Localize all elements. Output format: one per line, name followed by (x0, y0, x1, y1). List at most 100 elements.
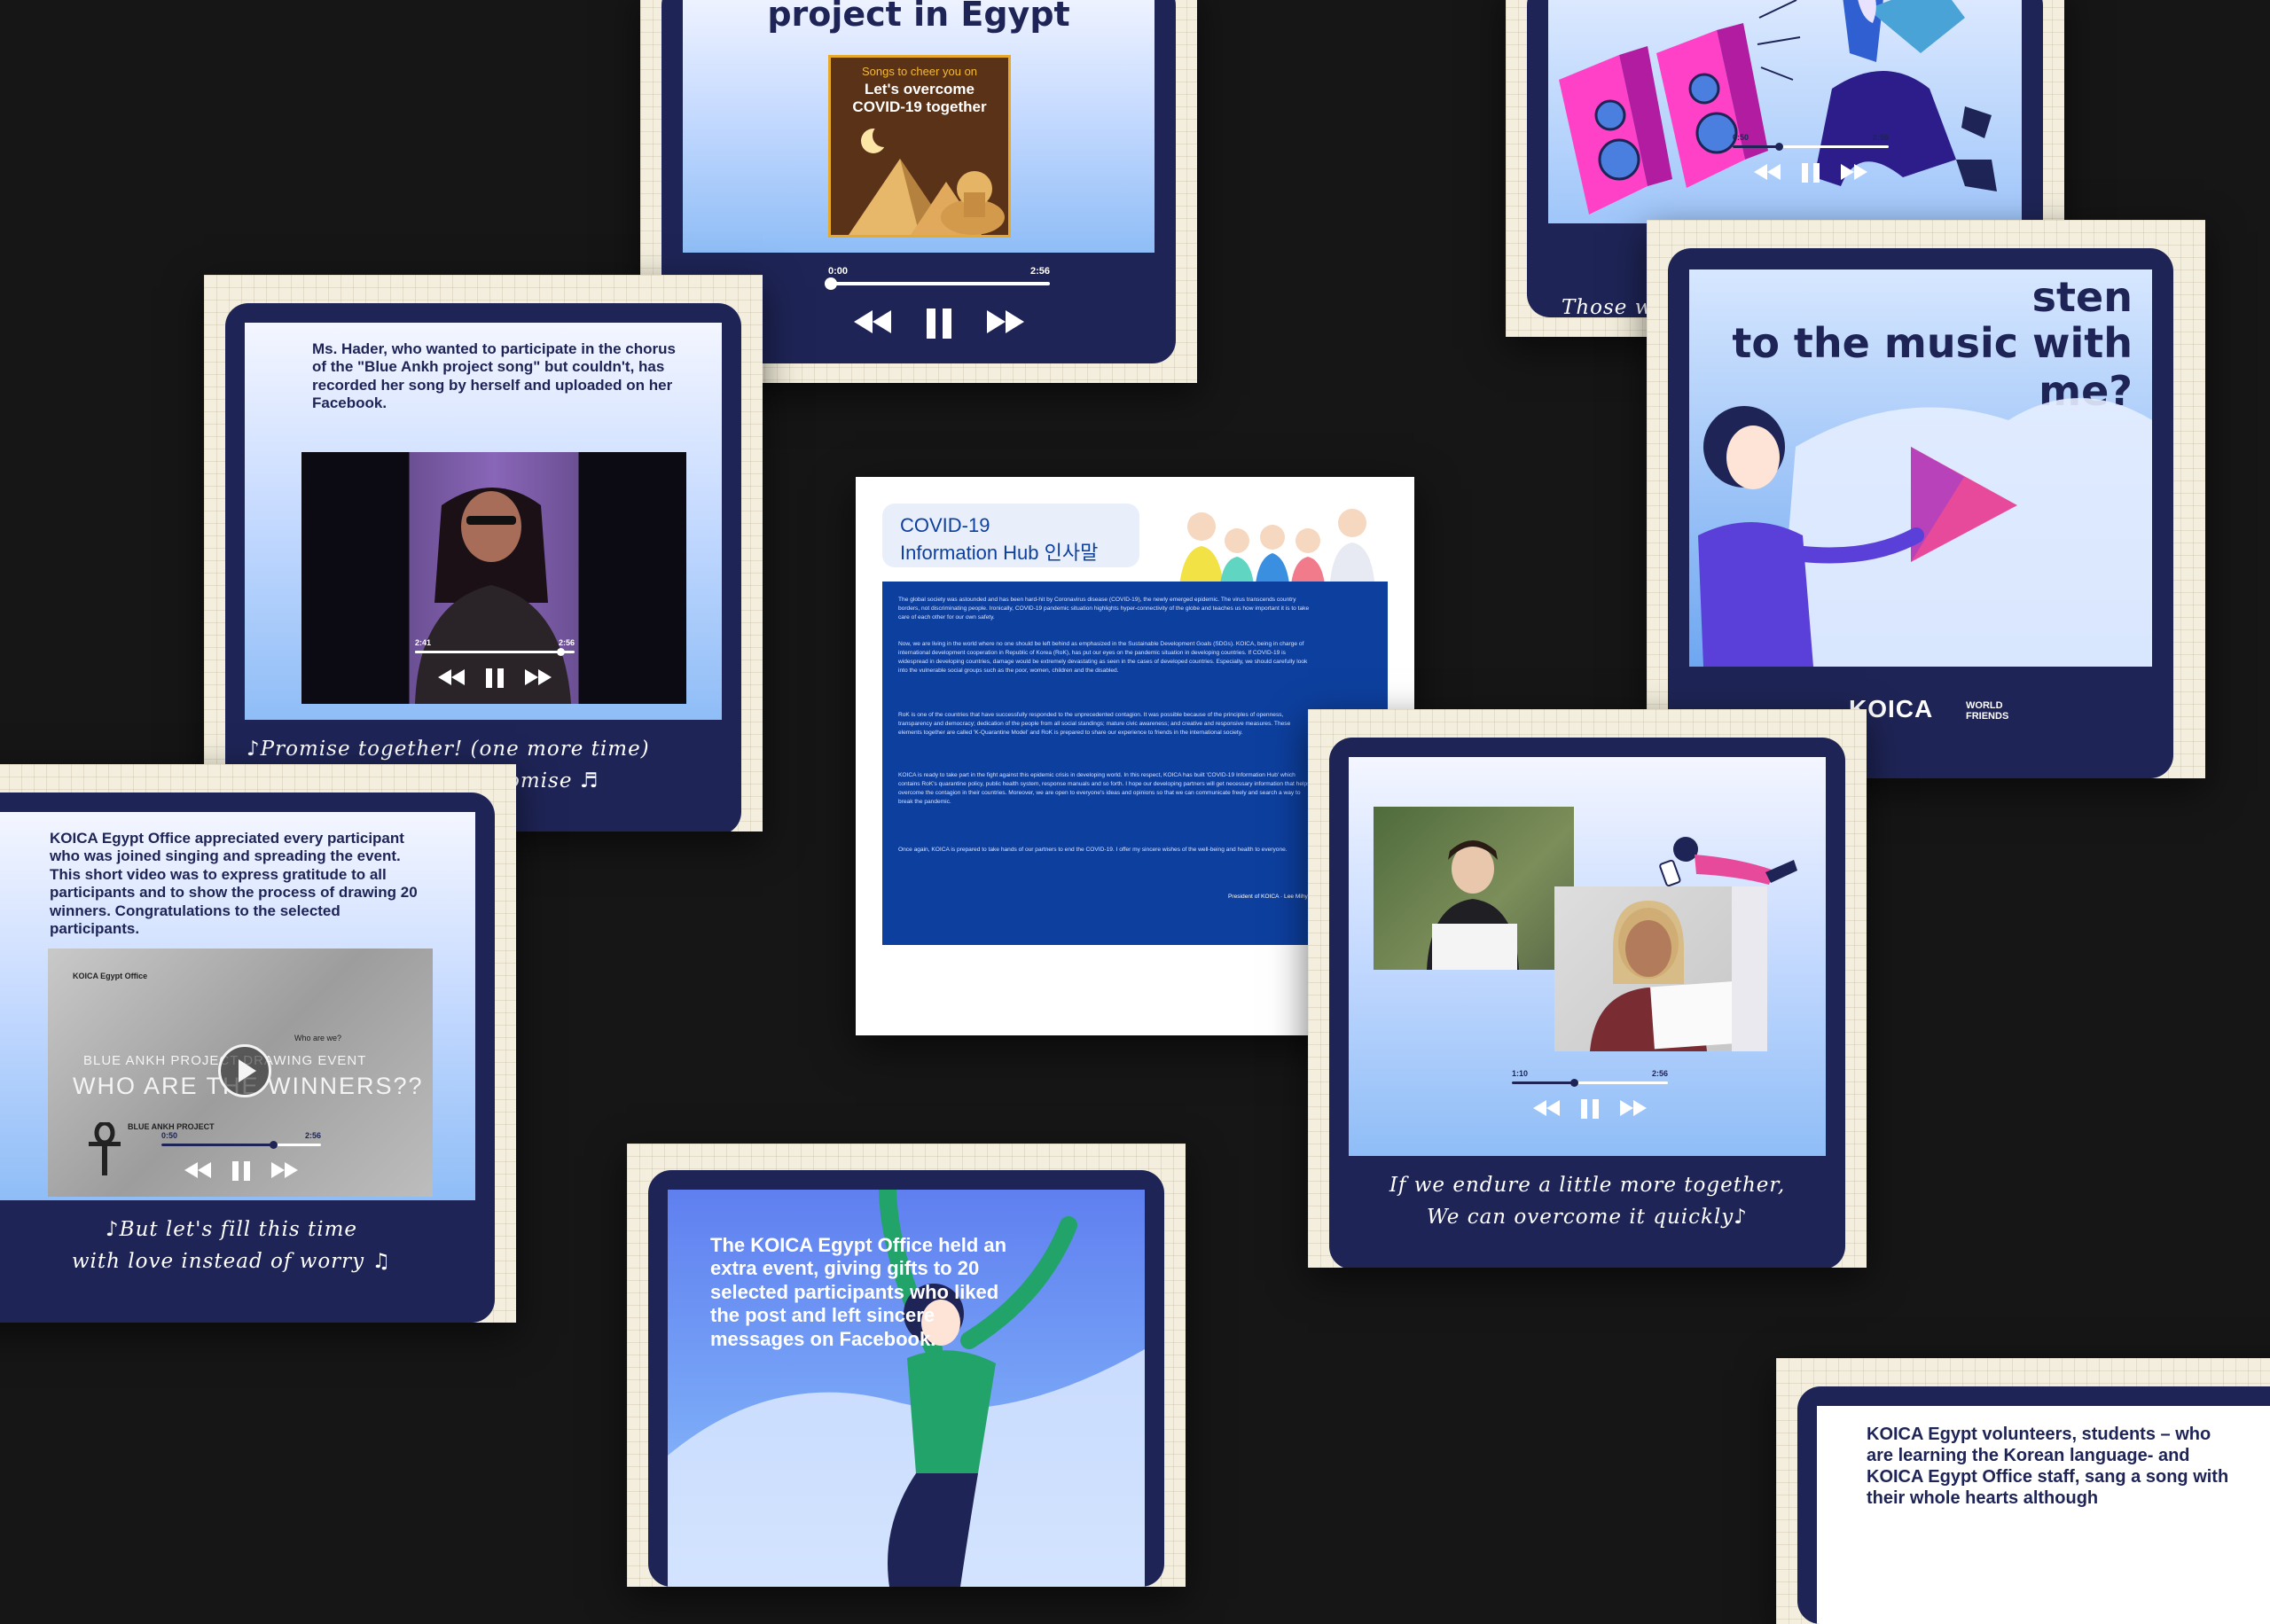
music-listener-illustration (1698, 398, 2152, 667)
hub-paragraph-2: Now, we are living in the world where no… (898, 641, 1308, 674)
progress-bar[interactable] (415, 648, 575, 656)
audio-player[interactable]: 0:50 2:56 (1733, 133, 1889, 195)
phone-frame: KOICA Egypt Office appreciated every par… (0, 792, 495, 1323)
overlay-right-text: Who are we? (294, 1034, 342, 1042)
hub-paragraph-5: Once again, KOICA is prepared to take ha… (898, 847, 1288, 853)
hub-title-line-2: Information Hub 인사말 (900, 542, 1099, 564)
phone-frame: KOICA Egypt volunteers, students – who a… (1797, 1386, 2270, 1624)
time-end: 2:56 (1029, 266, 1050, 277)
rewind-icon[interactable] (184, 1161, 212, 1185)
pause-icon[interactable] (1580, 1099, 1600, 1123)
audio-player[interactable]: 0:00 2:56 (825, 266, 1050, 346)
player-screen: 1:10 2:56 (1349, 757, 1826, 1156)
audio-player[interactable]: 0:50 2:56 (161, 1131, 321, 1193)
fast-forward-icon[interactable] (985, 308, 1026, 343)
video-frame[interactable]: 2:41 2:56 (301, 452, 686, 704)
caption: Ms. Hader, who wanted to participate in … (312, 340, 676, 412)
lyric-line-2: We can overcome it quickly♪ (1427, 1206, 1748, 1229)
play-icon[interactable] (218, 1044, 271, 1097)
card-title: project in Egypt (767, 0, 1070, 34)
lyric-line-1: ♪Promise together! (one more time) (247, 738, 650, 761)
time-start: 0:00 (828, 266, 849, 277)
caption: The KOICA Egypt Office held an extra eve… (710, 1234, 1007, 1350)
progress-bar[interactable] (1512, 1079, 1668, 1087)
album-line-2: Let's overcome (864, 81, 975, 98)
album-cover: Songs to cheer you on Let's overcome COV… (828, 55, 1011, 238)
fast-forward-icon[interactable] (1619, 1099, 1648, 1123)
rewind-icon[interactable] (437, 668, 466, 692)
card-hader: Ms. Hader, who wanted to participate in … (204, 275, 763, 832)
player-controls (415, 668, 575, 692)
caption: KOICA Egypt Office appreciated every par… (50, 830, 418, 937)
player-controls (1733, 163, 1889, 187)
progress-knob[interactable] (825, 277, 837, 290)
phone-frame: sten to the music with me? KOICA WORLD F… (1668, 248, 2173, 778)
pause-icon[interactable] (925, 308, 953, 343)
time-end: 2:56 (1651, 1069, 1668, 1078)
progress-knob[interactable] (557, 648, 565, 656)
pause-icon[interactable] (485, 668, 505, 692)
phone-frame: 1:10 2:56 If we endure a little more tog… (1329, 738, 1845, 1268)
hub-title-line-1: COVID-19 (900, 514, 990, 536)
overlay-project-label: BLUE ANKH PROJECT (128, 1122, 215, 1131)
progress-bar[interactable] (825, 277, 1050, 290)
player-screen: Ms. Hader, who wanted to participate in … (245, 323, 722, 720)
progress-knob[interactable] (1775, 143, 1783, 151)
progress-knob[interactable] (1570, 1079, 1578, 1087)
photo-volunteer-1 (1374, 807, 1574, 970)
time-end: 2:56 (558, 638, 575, 647)
time-end: 2:56 (1872, 133, 1889, 142)
hub-paragraph-3: RoK is one of the countries that have su… (898, 712, 1291, 736)
progress-knob[interactable] (270, 1141, 278, 1149)
fast-forward-icon[interactable] (270, 1161, 299, 1185)
hub-signature-label: President of KOICA · Lee Mihyung (1228, 894, 1318, 900)
rewind-icon[interactable] (1753, 163, 1781, 187)
audio-player[interactable]: 2:41 2:56 (415, 638, 575, 700)
time-end: 2:56 (304, 1131, 321, 1140)
player-screen: 0:50 2:56 (1548, 0, 2022, 223)
player-screen: KOICA Egypt volunteers, students – who a… (1817, 1406, 2270, 1624)
player-screen: project in Egypt Songs to cheer you on L… (683, 0, 1155, 253)
rewind-icon[interactable] (852, 308, 893, 343)
hub-title-box: COVID-19 Information Hub 인사말 (882, 504, 1139, 567)
lyric-line-1: ♪But let's fill this time (105, 1218, 358, 1241)
hub-paragraph-4: KOICA is ready to take part in the fight… (898, 772, 1311, 805)
time-start: 2:41 (415, 638, 432, 647)
player-screen: sten to the music with me? (1689, 269, 2152, 667)
world-friends-logo: WORLD FRIENDS (1966, 700, 2009, 722)
player-screen: KOICA Egypt Office appreciated every par… (0, 812, 475, 1200)
time-start: 0:50 (161, 1131, 178, 1140)
fast-forward-icon[interactable] (1840, 163, 1868, 187)
phone-frame: The KOICA Egypt Office held an extra eve… (648, 1170, 1164, 1587)
post-author: KOICA Egypt Office (73, 972, 148, 980)
fast-forward-icon[interactable] (524, 668, 552, 692)
lyric-line-2: with love instead of worry ♫ (71, 1250, 392, 1273)
time-start: 1:10 (1512, 1069, 1529, 1078)
lyric-line-1: If we endure a little more together, (1389, 1174, 1786, 1197)
floating-person-illustration (1659, 837, 1797, 887)
rewind-icon[interactable] (1532, 1099, 1561, 1123)
album-line-1: Songs to cheer you on (861, 65, 978, 78)
progress-bar[interactable] (161, 1141, 321, 1149)
video-frame[interactable]: KOICA Egypt Office Who are we? BLUE ANKH… (48, 949, 433, 1197)
album-line-3: COVID-19 together (852, 98, 987, 115)
pyramid-sphinx-illustration (849, 124, 1005, 235)
card-listen: sten to the music with me? KOICA WORLD F… (1647, 220, 2205, 778)
caption: KOICA Egypt volunteers, students – who a… (1867, 1425, 2229, 1508)
lyric-line-2: omise ♬ (507, 769, 599, 792)
player-screen: The KOICA Egypt Office held an extra eve… (668, 1190, 1145, 1587)
player-controls (828, 308, 1050, 343)
card-winners: KOICA Egypt Office appreciated every par… (0, 764, 516, 1323)
progress-bar[interactable] (1733, 143, 1889, 151)
hub-paragraph-1: The global society was astounded and has… (898, 597, 1310, 621)
people-group-illustration (1178, 509, 1375, 594)
pause-icon[interactable] (1801, 163, 1820, 187)
time-start: 0:50 (1733, 133, 1749, 142)
audio-player[interactable]: 1:10 2:56 (1512, 1069, 1668, 1131)
ankh-icon (89, 1122, 121, 1175)
pause-icon[interactable] (231, 1161, 251, 1185)
player-controls (1512, 1099, 1668, 1123)
card-gifts: The KOICA Egypt Office held an extra eve… (627, 1144, 1186, 1587)
phone-frame: Ms. Hader, who wanted to participate in … (225, 303, 741, 832)
player-controls (161, 1161, 321, 1185)
